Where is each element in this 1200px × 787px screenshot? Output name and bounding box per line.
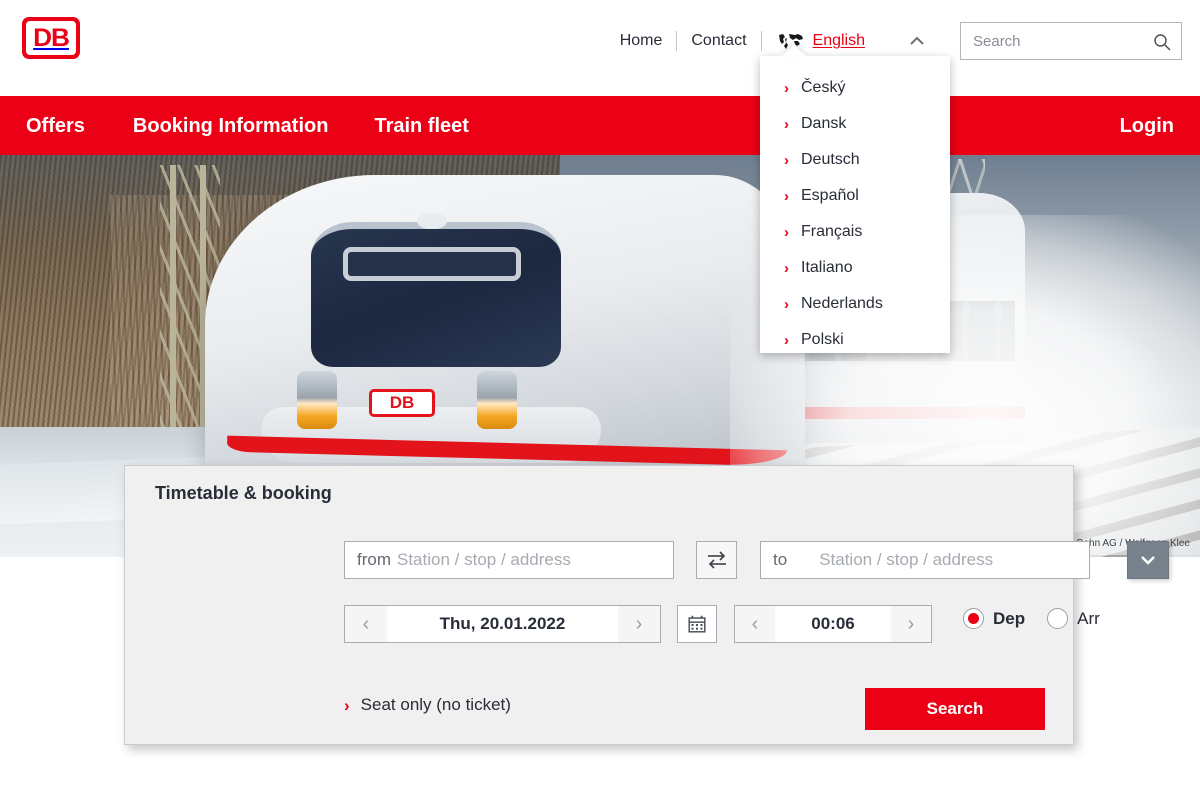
language-option-label: Polski (801, 331, 844, 348)
language-dropdown-menu: › Český › Dansk › Deutsch › Español › Fr… (760, 45, 950, 353)
time-previous-button[interactable]: ‹ (735, 606, 775, 642)
chevron-down-icon (1141, 556, 1155, 565)
train-wiper (343, 247, 521, 281)
meta-link-home[interactable]: Home (606, 33, 677, 49)
db-logo-text: DB (33, 23, 70, 52)
date-time-row: ‹ Thu, 20.01.2022 › ‹ 00:06 › Dep Arr (125, 605, 1100, 645)
chevron-right-icon: › (784, 223, 789, 241)
radio-arrival-indicator[interactable] (1047, 608, 1069, 629)
train-roof-light (417, 213, 447, 229)
booking-footer-row: › Seat only (no ticket) Search (125, 688, 1073, 732)
date-next-button[interactable]: › (618, 606, 660, 642)
to-placeholder: Station / stop / address (819, 550, 994, 569)
nav-item-offers[interactable]: Offers (26, 116, 85, 136)
seat-only-link[interactable]: › Seat only (no ticket) (344, 695, 511, 715)
language-option-label: Français (801, 223, 863, 240)
chevron-right-icon: › (784, 331, 789, 349)
language-option-deutsch[interactable]: › Deutsch (760, 142, 950, 178)
login-button[interactable]: Login (1120, 116, 1174, 136)
language-option-label: Deutsch (801, 151, 860, 168)
chevron-right-icon: › (784, 259, 789, 277)
to-field[interactable]: to Station / stop / address (760, 541, 1090, 579)
time-value: 00:06 (811, 614, 855, 633)
language-option-dansk[interactable]: › Dansk (760, 106, 950, 142)
language-option-espanol[interactable]: › Español (760, 178, 950, 214)
language-option-label: Český (801, 79, 846, 96)
top-bar: DB Home Contact English (0, 0, 1200, 96)
departure-arrival-radio-group: Dep Arr (963, 608, 1100, 629)
swap-arrows-icon (707, 551, 726, 569)
train-db-badge: DB (369, 389, 435, 417)
radio-departure-label: Dep (993, 608, 1026, 628)
dropdown-caret (782, 45, 806, 56)
main-navigation-bar: Offers Booking Information Train fleet L… (0, 96, 1200, 155)
nav-item-train-fleet[interactable]: Train fleet (374, 116, 468, 136)
chevron-right-icon: › (784, 295, 789, 313)
booking-panel-title: Timetable & booking (155, 483, 332, 503)
language-option-italiano[interactable]: › Italiano (760, 250, 950, 286)
language-option-label: Nederlands (801, 295, 883, 312)
train-headlight-left (297, 371, 337, 429)
chevron-up-icon[interactable] (906, 30, 928, 52)
train-headlight-right (477, 371, 517, 429)
date-stepper: ‹ Thu, 20.01.2022 › (344, 605, 661, 643)
origin-destination-row: from Station / stop / address to Station… (125, 541, 1169, 581)
train-windshield (311, 222, 561, 367)
language-option-francais[interactable]: › Français (760, 214, 950, 250)
language-option-label: Español (801, 187, 859, 204)
meta-link-contact[interactable]: Contact (677, 33, 760, 49)
db-logo[interactable]: DB (22, 17, 80, 59)
chevron-right-icon: › (344, 695, 350, 715)
language-current-label[interactable]: English (813, 32, 865, 50)
radio-arrival[interactable]: Arr (1047, 608, 1100, 629)
language-option-polski[interactable]: › Polski (760, 322, 950, 358)
time-stepper: ‹ 00:06 › (734, 605, 932, 643)
more-options-button[interactable] (1127, 541, 1169, 579)
main-nav-items: Offers Booking Information Train fleet (0, 116, 469, 136)
db-logo-inner: DB (26, 21, 76, 55)
chevron-right-icon: › (784, 115, 789, 133)
swap-stations-button[interactable] (696, 541, 737, 579)
language-option-label: Dansk (801, 115, 847, 132)
search-input[interactable] (961, 23, 1181, 59)
page-root: DB Home Contact English Search Offers Bo… (0, 0, 1200, 787)
date-value: Thu, 20.01.2022 (439, 614, 566, 633)
calendar-button[interactable] (677, 605, 717, 643)
language-option-cesky[interactable]: › Český (760, 70, 950, 106)
from-placeholder: Station / stop / address (397, 550, 571, 569)
chevron-right-icon: › (784, 151, 789, 169)
chevron-right-icon: › (784, 79, 789, 97)
language-option-label: Italiano (801, 259, 853, 276)
search-icon[interactable] (1153, 33, 1171, 51)
chevron-right-icon: › (784, 187, 789, 205)
calendar-icon (688, 615, 706, 633)
to-label: to (773, 550, 788, 569)
search-button[interactable]: Search (865, 688, 1045, 730)
date-previous-button[interactable]: ‹ (345, 606, 387, 642)
from-label: from (357, 550, 391, 569)
radio-departure[interactable]: Dep (963, 608, 1025, 629)
nav-item-booking-information[interactable]: Booking Information (133, 116, 329, 136)
search-box[interactable] (960, 22, 1182, 60)
time-next-button[interactable]: › (891, 606, 931, 642)
from-field[interactable]: from Station / stop / address (344, 541, 674, 579)
radio-arrival-label: Arr (1077, 608, 1100, 628)
booking-panel: Timetable & booking from Station / stop … (124, 465, 1169, 745)
radio-departure-indicator[interactable] (963, 608, 984, 629)
language-option-nederlands[interactable]: › Nederlands (760, 286, 950, 322)
seat-only-label: Seat only (no ticket) (360, 695, 511, 714)
